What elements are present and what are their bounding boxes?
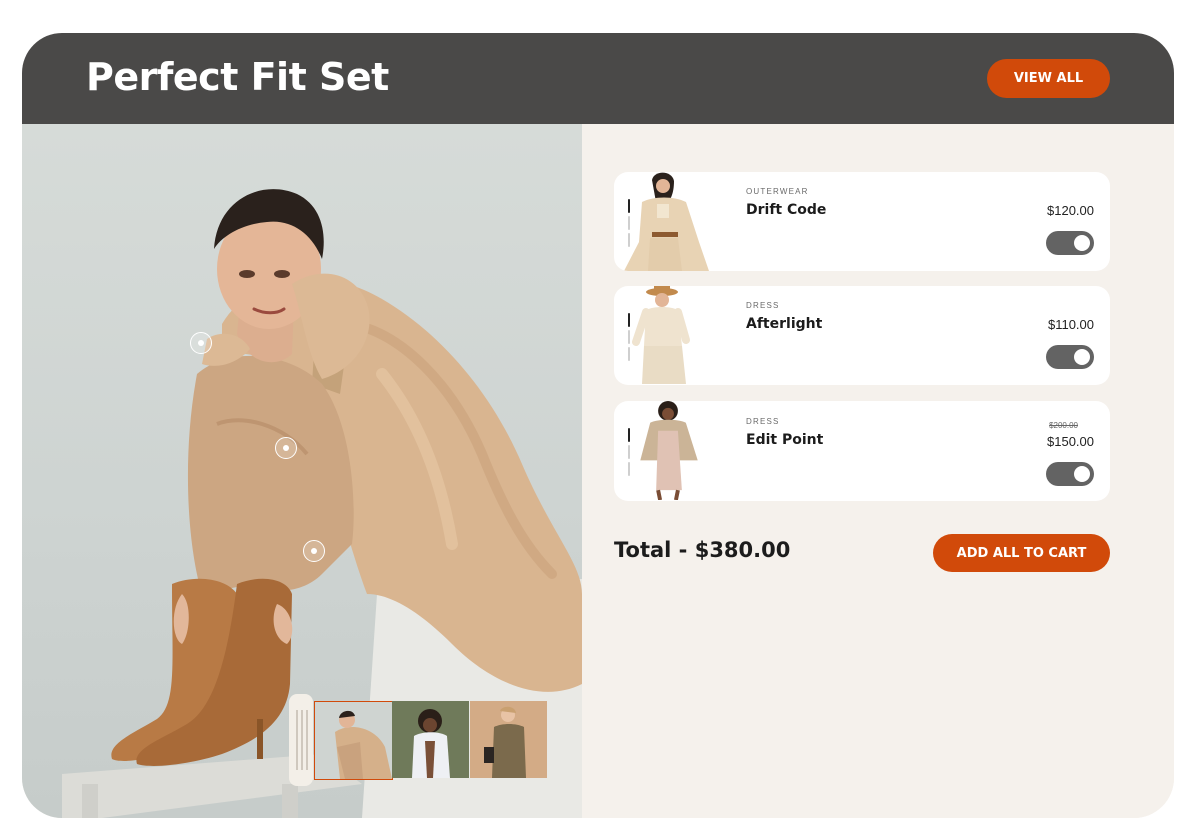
- thumbnail-3[interactable]: [470, 701, 547, 778]
- product-name[interactable]: Drift Code: [746, 202, 826, 218]
- hotspot-outerwear[interactable]: [190, 332, 212, 354]
- product-image-afterlight: [632, 286, 690, 384]
- view-all-button[interactable]: VIEW ALL: [987, 59, 1110, 98]
- product-card: DRESS Edit Point $200.00 $150.00: [614, 401, 1110, 501]
- include-toggle[interactable]: [1046, 231, 1094, 255]
- header-bar: Perfect Fit Set VIEW ALL: [22, 33, 1174, 124]
- thumbnail-2[interactable]: [392, 701, 469, 778]
- include-toggle[interactable]: [1046, 462, 1094, 486]
- hero-image: [22, 124, 582, 818]
- product-old-price: $200.00: [1049, 421, 1078, 430]
- product-name[interactable]: Edit Point: [746, 432, 823, 448]
- product-price: $120.00: [1047, 203, 1094, 218]
- include-toggle[interactable]: [1046, 345, 1094, 369]
- bundle-total: Total - $380.00: [614, 538, 791, 562]
- page-title: Perfect Fit Set: [86, 55, 389, 99]
- product-name[interactable]: Afterlight: [746, 316, 822, 332]
- product-price: $110.00: [1047, 317, 1094, 332]
- product-card: OUTERWEAR Drift Code $120.00: [614, 172, 1110, 271]
- add-all-to-cart-button[interactable]: ADD ALL TO CART: [933, 534, 1110, 572]
- product-category: DRESS: [746, 417, 780, 426]
- product-category: DRESS: [746, 301, 780, 310]
- product-panel: OUTERWEAR Drift Code $120.00 DRESS After…: [582, 124, 1174, 818]
- thumbnail-drag-handle[interactable]: [289, 694, 313, 786]
- product-image-edit-point: [640, 401, 698, 500]
- product-price: $150.00: [1047, 434, 1094, 449]
- thumbnail-1[interactable]: [314, 701, 393, 780]
- hotspot-boots[interactable]: [303, 540, 325, 562]
- bundle-card: Perfect Fit Set VIEW ALL OUTERWEAR Drift…: [22, 33, 1174, 818]
- product-image-drift-code: [624, 172, 709, 271]
- product-card: DRESS Afterlight $110.00: [614, 286, 1110, 385]
- hotspot-dress[interactable]: [275, 437, 297, 459]
- product-category: OUTERWEAR: [746, 187, 809, 196]
